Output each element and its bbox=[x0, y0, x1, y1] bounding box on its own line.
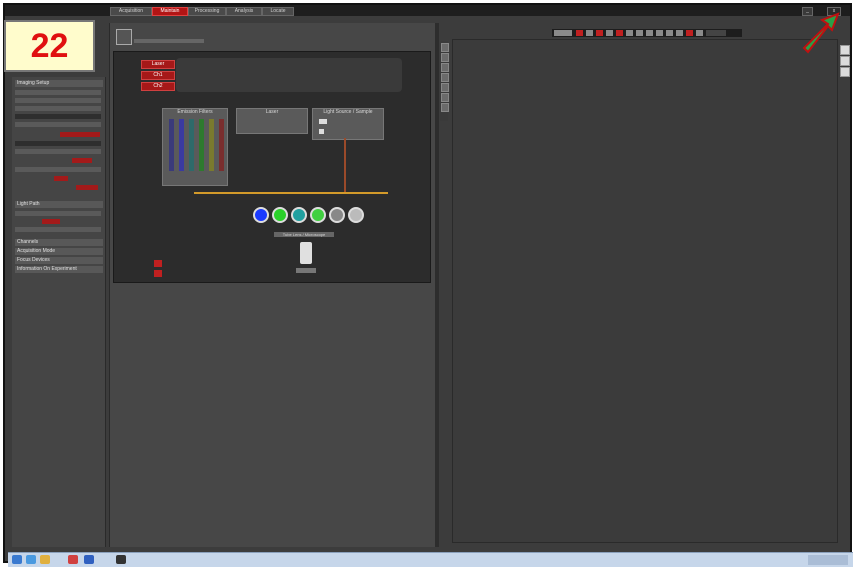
active-toggle[interactable] bbox=[60, 132, 100, 137]
filter-cube-empty-2[interactable] bbox=[348, 207, 364, 223]
tool-button[interactable] bbox=[586, 30, 593, 36]
tool-button[interactable] bbox=[441, 43, 449, 52]
tab-locate[interactable]: Locate bbox=[262, 7, 294, 16]
section-imaging-setup[interactable]: Imaging Setup bbox=[15, 80, 103, 87]
tool-button[interactable] bbox=[636, 30, 643, 36]
setting-row[interactable] bbox=[15, 211, 101, 216]
setting-row[interactable] bbox=[15, 114, 101, 119]
filter-cube-green[interactable] bbox=[272, 207, 288, 223]
filter-cube-green-2[interactable] bbox=[310, 207, 326, 223]
tab-acquisition[interactable]: Acquisition bbox=[110, 7, 152, 16]
shutter-toggle[interactable] bbox=[154, 270, 162, 277]
tab-processing[interactable]: Processing bbox=[188, 7, 226, 16]
section-channels[interactable]: Channels bbox=[15, 239, 103, 246]
setting-row[interactable] bbox=[15, 167, 101, 172]
tool-button[interactable] bbox=[441, 73, 449, 82]
setting-row[interactable] bbox=[15, 90, 101, 95]
taskbar bbox=[8, 552, 853, 567]
image-view[interactable] bbox=[452, 39, 838, 543]
app-icon[interactable] bbox=[116, 555, 126, 564]
app-icon[interactable] bbox=[84, 555, 94, 564]
tool-button[interactable] bbox=[696, 30, 703, 36]
tool-button[interactable] bbox=[441, 53, 449, 62]
tool-button[interactable] bbox=[441, 63, 449, 72]
laser-group-label: Laser bbox=[265, 109, 279, 115]
filter-cube-empty[interactable] bbox=[329, 207, 345, 223]
filter-cube-blue[interactable] bbox=[253, 207, 269, 223]
objective-icon[interactable] bbox=[300, 242, 312, 264]
emission-filter-group: Emission Filters bbox=[162, 108, 228, 186]
left-tool-panel: Imaging Setup Light Path Channels Acquis… bbox=[12, 77, 106, 547]
ie-icon[interactable] bbox=[26, 555, 36, 564]
setting-row[interactable] bbox=[15, 122, 101, 127]
filter-cube-cyan[interactable] bbox=[291, 207, 307, 223]
screen-icon[interactable] bbox=[116, 29, 132, 45]
section-focus-devices[interactable]: Focus Devices bbox=[15, 257, 103, 264]
setting-row[interactable] bbox=[15, 106, 101, 111]
section-light-path[interactable]: Light Path bbox=[15, 201, 103, 208]
slider-marker[interactable] bbox=[72, 158, 92, 163]
emission-filter-label: Emission Filters bbox=[177, 109, 213, 115]
sample-icon[interactable] bbox=[319, 129, 324, 134]
setting-row[interactable] bbox=[15, 227, 101, 232]
tool-button[interactable] bbox=[626, 30, 633, 36]
mode-button-active[interactable] bbox=[42, 219, 60, 224]
beam-path-display bbox=[176, 58, 402, 92]
setting-row[interactable] bbox=[15, 98, 101, 103]
setting-row[interactable] bbox=[15, 141, 101, 146]
tool-button[interactable] bbox=[676, 30, 683, 36]
lamp-toggle[interactable] bbox=[154, 260, 162, 267]
arrow-icon bbox=[802, 12, 840, 54]
filter-slider-5[interactable] bbox=[209, 119, 214, 171]
tool-button[interactable] bbox=[706, 30, 726, 36]
tool-button[interactable] bbox=[656, 30, 663, 36]
channel-1-toggle[interactable]: Ch1 bbox=[141, 71, 175, 80]
filter-slider-2[interactable] bbox=[179, 119, 184, 171]
media-player-icon[interactable] bbox=[68, 555, 78, 564]
tab-analysis[interactable]: Analysis bbox=[226, 7, 262, 16]
image-toolbar bbox=[552, 29, 742, 37]
start-icon[interactable] bbox=[12, 555, 22, 564]
app-window: Acquisition Maintain Processing Analysis… bbox=[3, 3, 853, 567]
channel-2-toggle[interactable]: Ch2 bbox=[141, 82, 175, 91]
zoom-dropdown[interactable] bbox=[554, 30, 572, 36]
filter-slider-4[interactable] bbox=[199, 119, 204, 171]
light-source-group: Light Source / Sample bbox=[312, 108, 384, 140]
tool-button[interactable] bbox=[441, 93, 449, 102]
tool-button[interactable] bbox=[686, 30, 693, 36]
beam-line-vertical bbox=[344, 138, 346, 192]
value-marker[interactable] bbox=[76, 185, 98, 190]
tool-button[interactable] bbox=[840, 67, 850, 77]
splitter[interactable] bbox=[435, 23, 439, 547]
step-number-badge: 22 bbox=[4, 20, 95, 72]
folder-icon[interactable] bbox=[40, 555, 50, 564]
setting-row[interactable] bbox=[15, 149, 101, 154]
beam-line bbox=[194, 192, 388, 194]
value-marker[interactable] bbox=[54, 176, 68, 181]
light-source-label: Light Source / Sample bbox=[323, 109, 373, 115]
lamp-icon[interactable] bbox=[319, 119, 327, 124]
tool-button[interactable] bbox=[666, 30, 673, 36]
tool-button[interactable] bbox=[441, 83, 449, 92]
tool-button[interactable] bbox=[606, 30, 613, 36]
light-path-diagram: Laser Ch1 Ch2 Emission Filters Laser Lig… bbox=[113, 51, 431, 283]
laser-group: Laser bbox=[236, 108, 308, 134]
tab-maintain[interactable]: Maintain bbox=[152, 7, 188, 16]
tool-button[interactable] bbox=[646, 30, 653, 36]
configuration-dropdown[interactable] bbox=[134, 39, 204, 43]
title-bar: Acquisition Maintain Processing Analysis… bbox=[5, 5, 850, 16]
filter-slider-1[interactable] bbox=[169, 119, 174, 171]
vertical-toolbar bbox=[440, 41, 449, 121]
tool-button[interactable] bbox=[441, 103, 449, 112]
stage-icon[interactable] bbox=[296, 268, 316, 273]
tool-button[interactable] bbox=[616, 30, 623, 36]
laser-toggle[interactable]: Laser bbox=[141, 60, 175, 69]
detector-label: Tube Lens / Microscope bbox=[274, 232, 334, 237]
filter-slider-3[interactable] bbox=[189, 119, 194, 171]
section-information[interactable]: Information On Experiment bbox=[15, 266, 103, 273]
tool-button[interactable] bbox=[576, 30, 583, 36]
tool-button[interactable] bbox=[596, 30, 603, 36]
section-acquisition-mode[interactable]: Acquisition Mode bbox=[15, 248, 103, 255]
filter-slider-6[interactable] bbox=[219, 119, 224, 171]
